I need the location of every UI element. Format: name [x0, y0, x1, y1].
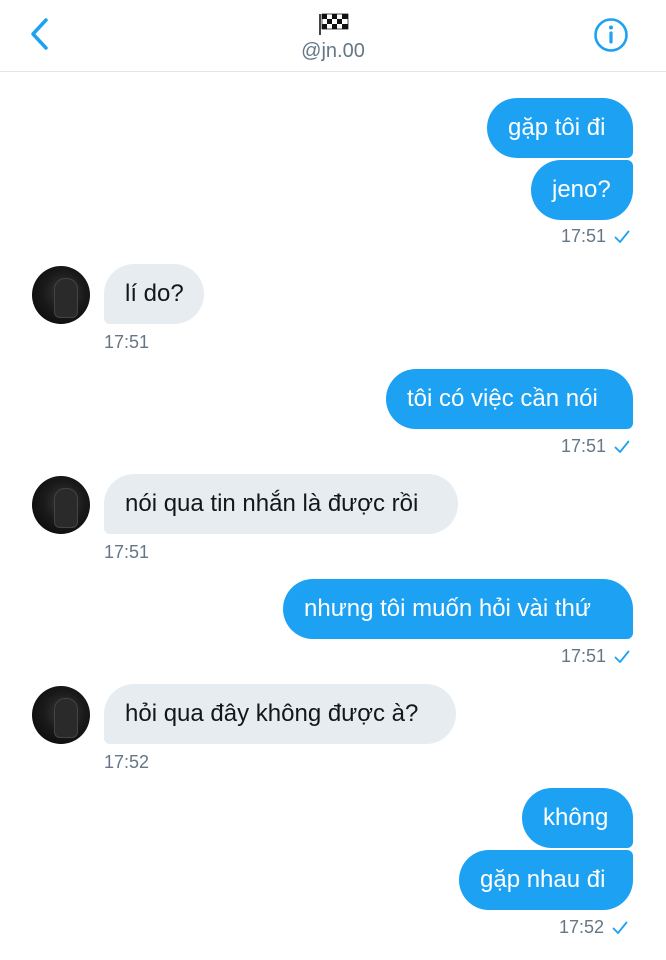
read-checkmark-icon — [614, 650, 630, 663]
message-timestamp: 17:52 — [104, 752, 150, 772]
conversation-header: @jn.00 — [0, 0, 666, 72]
message-text: gặp tôi đi — [508, 114, 606, 141]
read-checkmark-icon — [612, 921, 628, 934]
message-text: lí do? — [125, 280, 184, 307]
message-bubble-sent[interactable]: jeno? — [531, 160, 633, 220]
message-bubble-received[interactable]: lí do? — [104, 264, 204, 324]
message-bubble-received[interactable]: hỏi qua đây không được à? — [104, 684, 456, 744]
message-timestamp: 17:51 — [561, 436, 630, 457]
avatar[interactable] — [32, 686, 90, 744]
message-text: tôi có việc cần nói — [407, 385, 598, 412]
message-bubble-sent[interactable]: gặp nhau đi — [459, 850, 633, 910]
message-text: gặp nhau đi — [480, 866, 606, 893]
message-bubble-sent[interactable]: không — [522, 788, 633, 848]
info-icon — [594, 18, 628, 52]
message-text: hỏi qua đây không được à? — [125, 700, 419, 727]
message-bubble-sent[interactable]: gặp tôi đi — [487, 98, 633, 158]
info-button[interactable] — [593, 17, 629, 53]
message-bubble-sent[interactable]: tôi có việc cần nói — [386, 369, 633, 429]
message-bubble-received[interactable]: nói qua tin nhắn là được rồi — [104, 474, 458, 534]
message-timestamp: 17:51 — [104, 332, 150, 352]
message-timestamp: 17:52 — [559, 917, 628, 938]
avatar[interactable] — [32, 476, 90, 534]
read-checkmark-icon — [614, 440, 630, 453]
message-bubble-sent[interactable]: nhưng tôi muốn hỏi vài thứ — [283, 579, 633, 639]
message-text: nhưng tôi muốn hỏi vài thứ — [304, 595, 591, 622]
message-text: jeno? — [552, 176, 611, 203]
message-timestamp: 17:51 — [561, 646, 630, 667]
message-text: nói qua tin nhắn là được rồi — [125, 490, 419, 517]
read-checkmark-icon — [614, 230, 630, 243]
message-timestamp: 17:51 — [561, 226, 630, 247]
conversation-handle[interactable]: @jn.00 — [0, 40, 666, 63]
avatar[interactable] — [32, 266, 90, 324]
checkered-flag-icon — [319, 13, 349, 35]
message-timestamp: 17:51 — [104, 542, 150, 562]
message-text: không — [543, 804, 609, 831]
